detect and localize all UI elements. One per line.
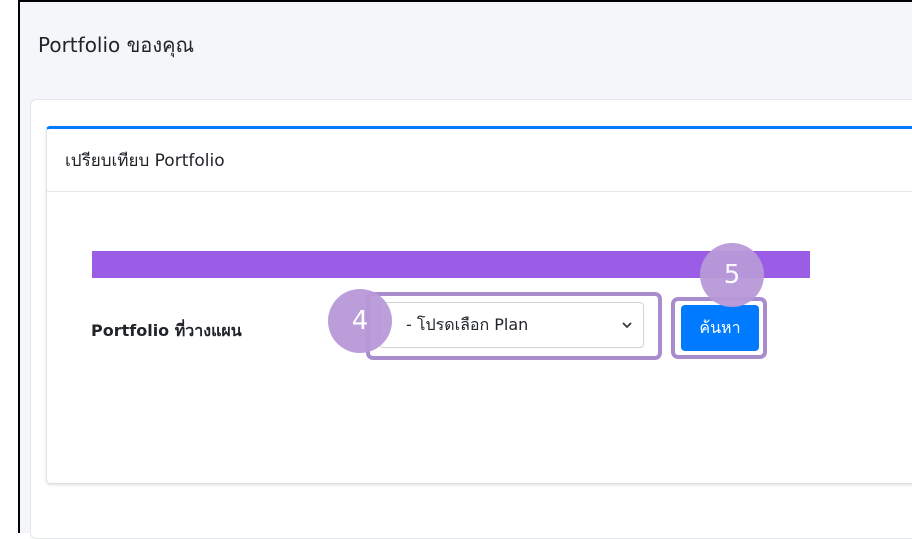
plan-select-value: - โปรดเลือก Plan <box>406 314 529 334</box>
step-badge-5: 5 <box>700 243 764 307</box>
plan-select[interactable]: - โปรดเลือก Plan <box>379 302 644 348</box>
compare-card: เปรียบเทียบ Portfolio Portfolio ที่วางแผ… <box>46 126 912 484</box>
select-highlight: - โปรดเลือก Plan <box>366 292 662 360</box>
step-badge-4: 4 <box>328 289 392 353</box>
card-header: เปรียบเทียบ Portfolio <box>47 129 912 192</box>
page-header: Portfolio ของคุณ <box>20 2 912 94</box>
card-title: เปรียบเทียบ Portfolio <box>65 150 225 171</box>
page-title: Portfolio ของคุณ <box>38 33 195 57</box>
planned-portfolio-label: Portfolio ที่วางแผน <box>91 321 242 340</box>
search-button[interactable]: ค้นหา <box>681 305 759 351</box>
chevron-down-icon <box>622 322 632 329</box>
button-highlight: ค้นหา <box>671 297 767 359</box>
